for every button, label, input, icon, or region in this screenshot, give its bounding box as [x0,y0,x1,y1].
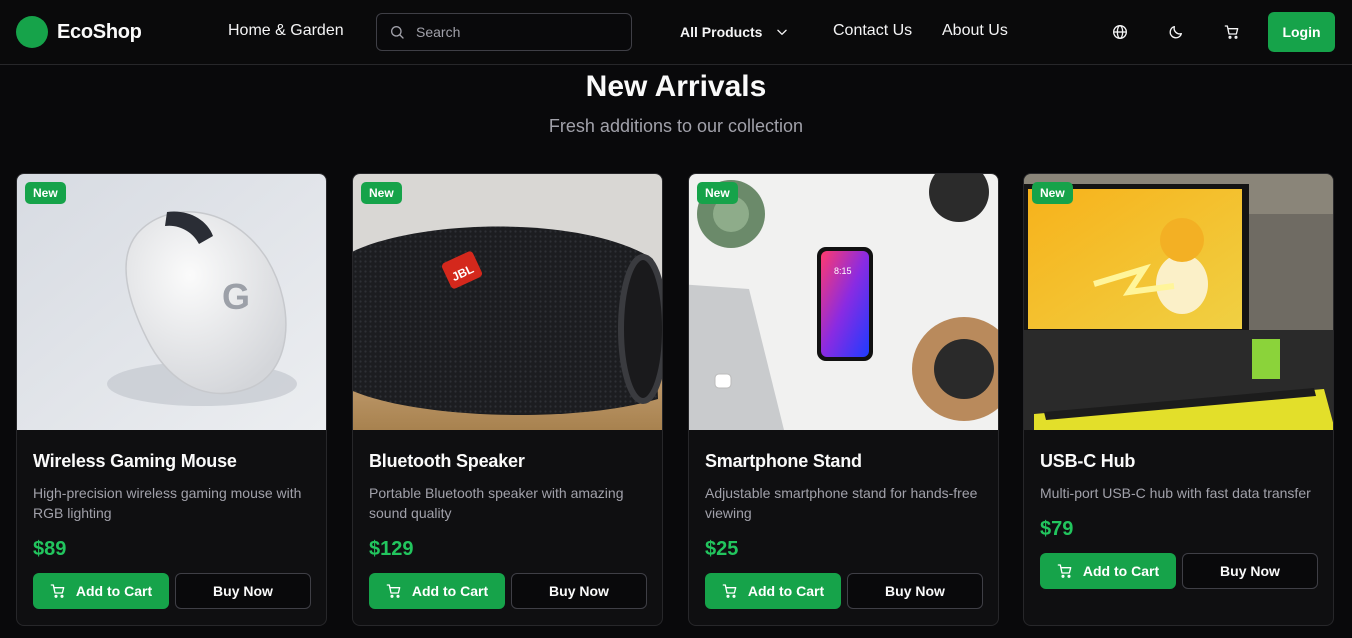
product-price: $25 [705,538,739,560]
add-to-cart-label: Add to Cart [75,583,153,599]
language-button[interactable] [1108,20,1132,44]
phone-clock-text: 8:15 [834,266,852,276]
product-image-speaker[interactable]: JBL New [353,174,662,430]
brand-name: EcoShop [57,20,142,43]
new-badge: New [25,182,66,204]
product-card[interactable]: 8:15 New Smartphone Stand Adjustable sma… [688,173,999,626]
product-price: $89 [33,538,67,560]
product-description: Adjustable smartphone stand for hands-fr… [705,485,978,521]
product-name: Wireless Gaming Mouse [33,451,237,471]
buy-now-button[interactable]: Buy Now [847,573,983,609]
product-name: USB-C Hub [1040,451,1136,471]
cart-button[interactable] [1220,20,1244,44]
mouse-logo-text: G [222,276,250,317]
products-dropdown[interactable]: All Products [680,24,789,40]
search-input[interactable] [416,24,616,40]
product-card[interactable]: JBL New Bluetooth Speaker Portable Bluet… [352,173,663,626]
logo-icon [16,16,48,48]
chevron-down-icon [777,29,788,35]
globe-icon [1113,25,1127,39]
brand-logo[interactable]: EcoShop [16,16,142,48]
nav-link-home-garden[interactable]: Home & Garden [228,22,344,40]
products-dropdown-label: All Products [680,24,763,40]
section-title: New Arrivals [585,70,767,103]
product-description: Multi-port USB-C hub with fast data tran… [1040,485,1311,501]
new-badge: New [361,182,402,204]
product-name: Smartphone Stand [705,451,862,471]
cart-icon [1224,25,1239,39]
add-to-cart-label: Add to Cart [747,583,825,599]
moon-icon [1169,26,1182,39]
search-icon [391,26,404,39]
cart-icon [722,584,737,598]
add-to-cart-button[interactable]: Add to Cart [1040,553,1176,589]
buy-now-button[interactable]: Buy Now [1182,553,1318,589]
product-image-mouse[interactable]: G New [17,174,326,430]
cart-icon [1057,564,1072,578]
product-price: $129 [369,538,414,560]
new-badge: New [1032,182,1073,204]
add-to-cart-label: Add to Cart [1082,563,1160,579]
section-subtitle: Fresh additions to our collection [548,116,804,136]
buy-now-button[interactable]: Buy Now [175,573,311,609]
search-box[interactable] [376,13,632,51]
product-price: $79 [1040,518,1074,540]
product-description: Portable Bluetooth speaker with amazing … [369,485,624,521]
theme-toggle-button[interactable] [1164,20,1188,44]
product-card[interactable]: New USB-C Hub Multi-port USB-C hub with … [1023,173,1334,626]
nav-link-contact[interactable]: Contact Us [833,22,912,40]
cart-icon [386,584,401,598]
product-image-usb-hub[interactable]: New [1024,174,1333,430]
cart-icon [50,584,65,598]
new-badge: New [697,182,738,204]
navbar: EcoShop Home & Garden All Products Conta… [0,0,1352,65]
product-name: Bluetooth Speaker [369,451,525,471]
add-to-cart-label: Add to Cart [411,583,489,599]
add-to-cart-button[interactable]: Add to Cart [705,573,841,609]
product-description: High-precision wireless gaming mouse wit… [33,485,302,521]
add-to-cart-button[interactable]: Add to Cart [33,573,169,609]
login-button[interactable]: Login [1268,12,1335,52]
product-card[interactable]: G New Wireless Gaming Mouse High-precisi… [16,173,327,626]
product-image-smartphone[interactable]: 8:15 New [689,174,998,430]
buy-now-button[interactable]: Buy Now [511,573,647,609]
add-to-cart-button[interactable]: Add to Cart [369,573,505,609]
nav-link-about[interactable]: About Us [942,22,1008,40]
